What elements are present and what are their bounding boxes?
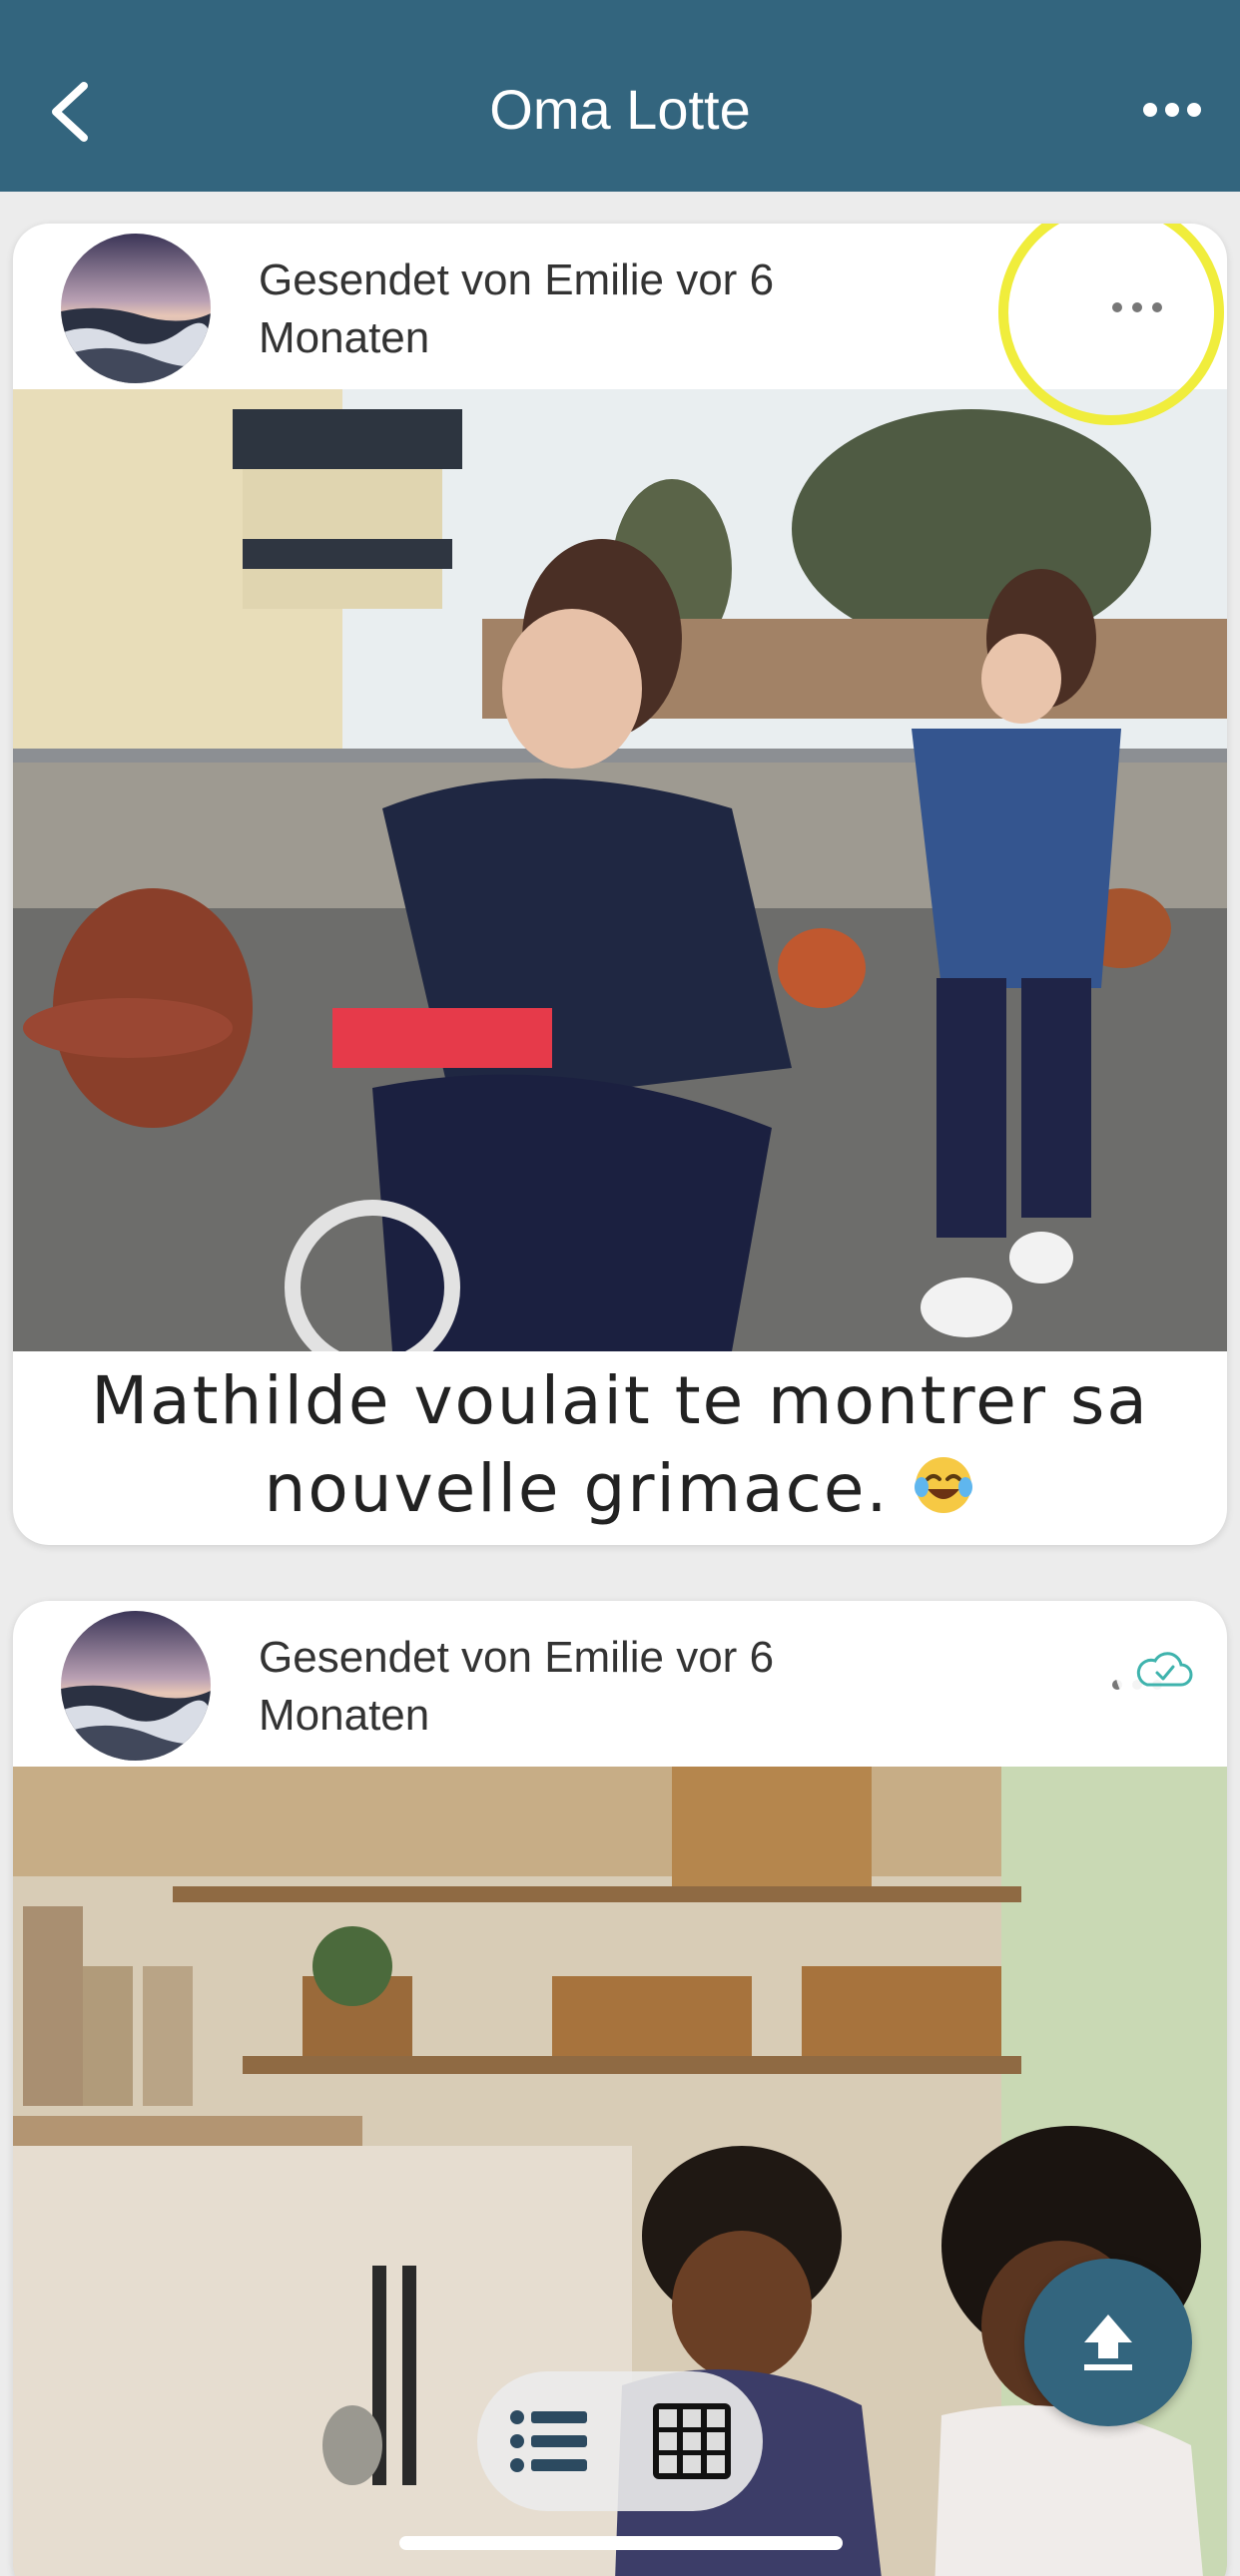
laughing-emoji-icon bbox=[915, 1457, 973, 1513]
upload-button[interactable] bbox=[1024, 2259, 1192, 2426]
post-photo[interactable] bbox=[13, 389, 1227, 1351]
post-caption: Mathilde voulait te montrer sa nouvelle … bbox=[13, 1357, 1227, 1533]
list-view-icon[interactable] bbox=[509, 2405, 589, 2477]
avatar[interactable] bbox=[61, 234, 211, 383]
post-sender: Gesendet von Emilie vor 6 Monaten bbox=[259, 1633, 775, 1740]
home-indicator bbox=[399, 2536, 843, 2550]
caption-text: Mathilde voulait te montrer sa nouvelle … bbox=[91, 1362, 1149, 1527]
cloud-synced-icon bbox=[1115, 1621, 1211, 1717]
avatar[interactable] bbox=[61, 1611, 211, 1761]
view-toggle bbox=[477, 2371, 763, 2511]
app-header: Oma Lotte bbox=[0, 0, 1240, 192]
ellipsis-icon[interactable] bbox=[1140, 90, 1204, 130]
post-sender: Gesendet von Emilie vor 6 Monaten bbox=[259, 256, 775, 362]
post-card: Gesendet von Emilie vor 6 Monaten bbox=[13, 224, 1227, 1545]
upload-icon bbox=[1084, 2315, 1132, 2370]
page-title: Oma Lotte bbox=[489, 78, 751, 141]
grid-view-icon[interactable] bbox=[653, 2403, 731, 2479]
